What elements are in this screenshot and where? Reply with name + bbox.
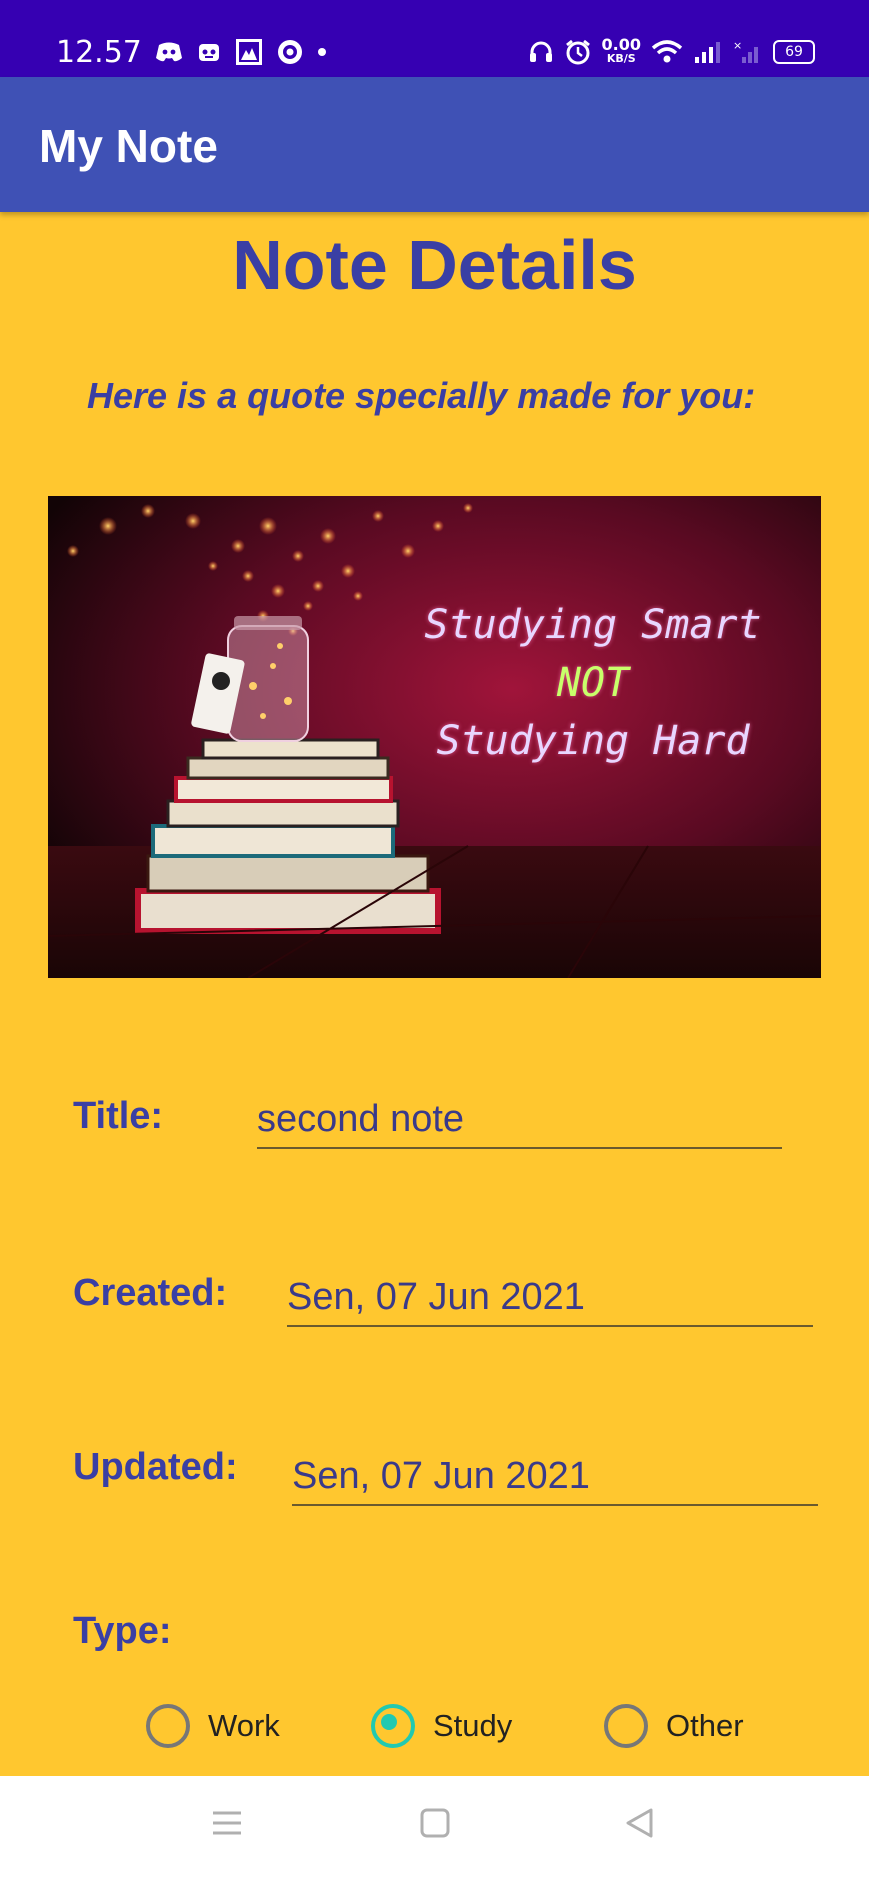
signal-x-icon: × xyxy=(733,39,758,63)
radio-work-label: Work xyxy=(208,1708,280,1743)
screen: 12.57 0.00 KB/S × 69 My Note Note Detail… xyxy=(0,0,869,1883)
updated-field[interactable]: Sen, 07 Jun 2021 xyxy=(292,1455,818,1506)
title-field[interactable]: second note xyxy=(257,1098,782,1149)
discord-icon xyxy=(156,42,182,62)
home-icon[interactable] xyxy=(418,1806,452,1840)
radio-other[interactable]: Other xyxy=(604,1704,744,1748)
net-speed: 0.00 KB/S xyxy=(601,35,641,66)
type-radio-group: Work Study Other xyxy=(0,1704,869,1754)
signal-icon xyxy=(695,42,720,63)
status-bar: 12.57 0.00 KB/S × 69 xyxy=(0,0,869,77)
radio-other-circle[interactable] xyxy=(604,1704,648,1748)
quote-image: Studying Smart NOT Studying Hard xyxy=(48,496,821,978)
status-right-icons: 0.00 KB/S × 69 xyxy=(528,35,815,66)
type-label: Type: xyxy=(73,1610,172,1652)
title-label: Title: xyxy=(73,1095,164,1137)
radio-study-label: Study xyxy=(433,1708,513,1743)
quote-text: Studying Smart NOT Studying Hard xyxy=(393,596,793,770)
quote-line-3: Studying Hard xyxy=(436,718,750,764)
quote-line-1: Studying Smart xyxy=(424,602,762,648)
net-speed-unit: KB/S xyxy=(606,52,636,65)
svg-text:×: × xyxy=(733,39,742,52)
back-icon[interactable] xyxy=(622,1806,656,1840)
radio-work[interactable]: Work xyxy=(146,1704,280,1748)
created-field[interactable]: Sen, 07 Jun 2021 xyxy=(287,1276,813,1327)
radio-study[interactable]: Study xyxy=(371,1704,512,1748)
quote-line-2: NOT xyxy=(556,660,630,706)
net-speed-value: 0.00 xyxy=(601,35,641,54)
updated-label: Updated: xyxy=(73,1446,238,1488)
menu-icon[interactable] xyxy=(210,1806,244,1840)
app-title: My Note xyxy=(39,120,218,172)
page-heading: Note Details xyxy=(232,226,637,304)
pocket-casts-icon xyxy=(278,40,302,64)
radio-work-circle[interactable] xyxy=(146,1704,190,1748)
battery-indicator: 69 xyxy=(773,40,815,64)
status-left-icons xyxy=(155,38,327,66)
photo-icon xyxy=(236,39,262,65)
wifi-icon xyxy=(651,40,683,63)
status-time: 12.57 xyxy=(56,35,142,70)
dot-icon xyxy=(318,48,326,56)
radio-study-circle[interactable] xyxy=(371,1704,415,1748)
game-icon xyxy=(199,44,219,61)
alarm-icon xyxy=(565,39,590,65)
radio-other-label: Other xyxy=(666,1708,744,1743)
created-label: Created: xyxy=(73,1272,228,1314)
app-bar: My Note xyxy=(0,77,869,212)
navigation-bar xyxy=(0,1776,869,1883)
quote-intro: Here is a quote specially made for you: xyxy=(87,375,756,416)
headset-icon xyxy=(529,41,552,62)
